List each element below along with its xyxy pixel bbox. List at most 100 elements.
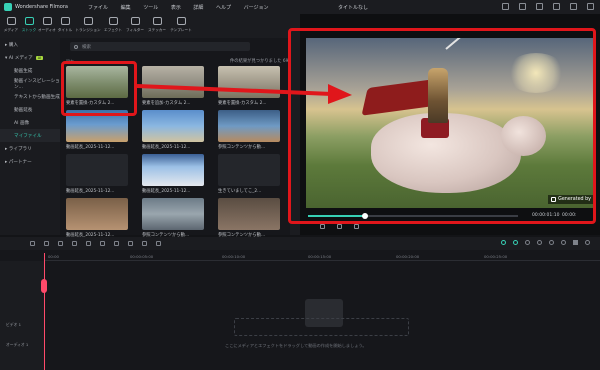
media-card[interactable]: 動画延長_2025-11-12... [142,154,204,194]
asset-toolbar: メディア ストック オーディオ タイトル トランジション エフェクト フィルター… [0,14,300,38]
sidebar-item-purchase[interactable]: ▸ 購入 [0,38,60,51]
sidebar-item-ai-image[interactable]: AI 画像 [0,116,60,129]
zoom-out-icon[interactable] [561,240,566,245]
ruler-tick: 00:00:25:00 [484,254,508,259]
color-icon[interactable] [128,241,133,246]
ruler-tick: 00:00 [48,254,59,259]
minimize-icon[interactable] [553,3,560,10]
media-card[interactable]: 動画延長_2025-11-12... [66,154,128,194]
track-audio-label: オーディオ 1 [6,342,29,347]
tab-stock[interactable]: ストック [21,14,37,38]
media-card[interactable]: 要素を追加-カスタム 2... [142,66,204,106]
sidebar-item-my-files[interactable]: マイファイル [0,129,60,142]
highlight-preview [288,28,596,224]
sidebar-item-partner[interactable]: ▸ パートナー [0,155,60,168]
sidebar-item-text-to-video[interactable]: テキストから動画生成 [0,90,60,103]
upload-icon[interactable] [519,3,526,10]
video-thumbnail [142,110,204,142]
timeline-view-controls [501,240,590,245]
sidebar-item-video-extend[interactable]: 動画延長 [0,103,60,116]
tab-sticker[interactable]: ステッカー [147,14,167,38]
sidebar-item-video-inspiration[interactable]: 動画インスピレーション... [0,77,60,90]
search-input[interactable]: 検索 [70,42,250,51]
undo-icon[interactable] [30,241,35,246]
video-thumbnail [218,66,280,98]
filmora-logo-icon [4,3,12,11]
video-thumbnail [66,154,128,186]
media-card[interactable]: 動画延長_2025-11-12... [66,110,128,150]
title-bar: Wondershare Filmora ファイル 編集 ツール 表示 詳細 ヘル… [0,0,600,14]
play-icon[interactable] [337,224,342,229]
track-headers: ビデオ 1 オーディオ 1 [0,261,44,370]
track-video-label: ビデオ 1 [6,322,22,327]
layout-icon[interactable] [536,3,543,10]
audio-detach-icon[interactable] [142,241,147,246]
stop-icon[interactable] [354,224,359,229]
media-card[interactable]: 要素を置換-カスタム 2... [218,66,280,106]
tab-effect[interactable]: エフェクト [103,14,123,38]
media-card[interactable]: 参照コンテンツから動... [142,198,204,238]
video-thumbnail [218,154,280,186]
keyframe-icon[interactable] [156,241,161,246]
tab-filter[interactable]: フィルター [125,14,145,38]
tab-title[interactable]: タイトル [57,14,73,38]
highlight-selected-clip [61,61,137,116]
playhead[interactable] [44,253,45,370]
video-thumbnail [142,66,204,98]
tab-media[interactable]: メディア [3,14,19,38]
transition-icon [83,17,93,25]
video-thumbnail [142,154,204,186]
cut-icon[interactable] [72,241,77,246]
maximize-icon[interactable] [570,3,577,10]
result-count: 件の結果が見つかりました 69 [230,59,289,64]
title-icon [60,17,70,25]
menu-view[interactable]: 表示 [171,5,181,11]
tab-template[interactable]: テンプレート [169,14,193,38]
media-icon [6,17,16,25]
marker-icon[interactable] [513,240,518,245]
menu-bar: ファイル 編集 ツール 表示 詳細 ヘルプ バージョン [88,4,280,11]
media-card[interactable]: 生きていましてこ_2... [218,154,280,194]
snap-icon[interactable] [501,240,506,245]
menu-tools[interactable]: ツール [143,5,158,11]
close-icon[interactable] [587,3,594,10]
zoom-in-icon[interactable] [585,240,590,245]
delete-icon[interactable] [58,241,63,246]
drop-zone[interactable] [234,318,409,336]
menu-edit[interactable]: 編集 [121,5,131,11]
crop-icon[interactable] [100,241,105,246]
mic-icon[interactable] [537,240,542,245]
playhead-handle[interactable] [41,279,47,293]
menu-help[interactable]: ヘルプ [216,5,231,11]
text-icon[interactable] [86,241,91,246]
player-controls [320,224,359,229]
template-icon [176,17,186,25]
media-card[interactable]: 参照コンテンツから動... [218,110,280,150]
prev-frame-icon[interactable] [320,224,325,229]
sidebar-item-ai-media[interactable]: ▾ AI メディア AI [0,51,60,64]
menu-file[interactable]: ファイル [88,5,108,11]
media-card[interactable]: 動画延長_2025-11-12... [66,198,128,238]
time-ruler[interactable]: 00:00 00:00:05:00 00:00:10:00 00:00:15:0… [44,253,600,261]
sidebar-item-video-generation[interactable]: 動画生成 [0,64,60,77]
ruler-tick: 00:00:10:00 [222,254,246,259]
video-thumbnail [218,110,280,142]
tab-transition[interactable]: トランジション [75,14,101,38]
redo-icon[interactable] [44,241,49,246]
menu-advanced[interactable]: 詳細 [193,5,203,11]
sticker-icon [152,17,162,25]
ruler-tick: 00:00:20:00 [396,254,420,259]
render-icon[interactable] [525,240,530,245]
gift-icon[interactable] [502,3,509,10]
shield-icon[interactable] [549,240,554,245]
menu-version[interactable]: バージョン [244,5,269,11]
filter-icon [130,17,140,25]
zoom-slider[interactable] [573,240,578,245]
video-thumbnail [142,198,204,230]
drop-hint: ここにメディアとエフェクトをドラッグして動画の作成を開始しましょう。 [225,343,367,348]
sidebar-item-library[interactable]: ▸ ライブラリ [0,142,60,155]
speed-icon[interactable] [114,241,119,246]
media-card[interactable]: 参照コンテンツから動... [218,198,280,238]
media-card[interactable]: 動画延長_2025-11-12... [142,110,204,150]
tab-audio[interactable]: オーディオ [38,14,56,38]
